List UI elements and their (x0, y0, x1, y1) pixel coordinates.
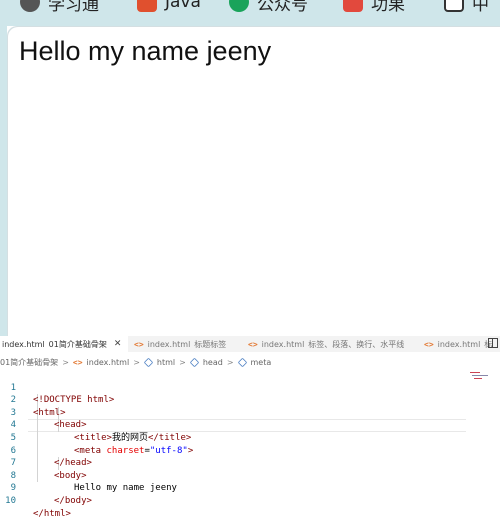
code-line[interactable]: 4 <title>我的网页</title> (0, 407, 500, 443)
minimap[interactable] (470, 372, 488, 380)
translate-icon (444, 0, 464, 12)
code-line[interactable]: 8 Hello my name jeeny (0, 457, 500, 494)
tab-folder: 标题标签 (194, 339, 227, 349)
tab-label: index.html (2, 339, 45, 349)
browser-viewport: Hello my name jeeny (7, 26, 500, 336)
chevron-right-icon: > (179, 357, 186, 367)
code-editor[interactable]: 1 <!DOCTYPE html> 2 <html> 3 <head> 4 <t… (0, 369, 500, 522)
html-file-icon: <> (248, 339, 258, 349)
tab-index-html-more[interactable]: <> index.html 标 (418, 336, 492, 352)
tab-label: index.html (261, 339, 305, 349)
bookmark-label: Java (165, 0, 201, 12)
code-line-current[interactable]: 5 <meta charset="utf-8"> (0, 419, 500, 456)
line-number: 10 (5, 495, 16, 506)
code-line[interactable]: 2 <html> (0, 382, 500, 418)
browser-frame-edge (0, 26, 7, 336)
close-icon[interactable]: ✕ (114, 339, 122, 349)
breadcrumb-head[interactable]: head (203, 358, 223, 367)
tab-index-html-paragraphs[interactable]: <> index.html 标签、段落、换行、水平线 (242, 336, 418, 352)
bookmark-wechat[interactable]: 公众号 (229, 0, 308, 15)
tab-folder: 标签、段落、换行、水平线 (308, 339, 405, 349)
breadcrumb-file[interactable]: index.html (87, 358, 130, 367)
code-line[interactable]: 3 <head> (0, 394, 500, 431)
bookmark-java[interactable]: Java (137, 0, 201, 13)
element-icon (189, 357, 200, 367)
line-code: </html> (33, 508, 71, 519)
puzzle-icon (343, 0, 363, 12)
element-icon (237, 357, 247, 367)
line-code: </body> (54, 495, 92, 506)
tab-label: index.html (437, 339, 481, 349)
html-file-icon: <> (134, 339, 144, 349)
bookmark-translate[interactable]: 中 (444, 0, 489, 15)
html-file-icon: <> (72, 357, 83, 367)
breadcrumb-meta[interactable]: meta (251, 358, 272, 367)
chevron-right-icon: > (62, 357, 69, 367)
code-line[interactable]: 6 </head> (0, 432, 500, 469)
bookmark-label: 功果 (371, 0, 405, 15)
split-editor-icon[interactable] (488, 338, 498, 348)
bookmark-label: 中 (472, 0, 489, 15)
page-body-text: Hello my name jeeny (19, 36, 272, 66)
tab-index-html-basic-skeleton[interactable]: index.html 01简介基础骨架 ✕ (0, 336, 128, 352)
breadcrumb: 01简介基础骨架 > <> index.html > html > head >… (0, 355, 500, 369)
chevron-right-icon: > (133, 357, 140, 367)
bookmark-label: 公众号 (257, 0, 308, 15)
bookmark-puzzle[interactable]: 功果 (343, 0, 405, 15)
bookmark-label: 学习通 (48, 0, 99, 15)
code-line[interactable]: 10 </html> (0, 482, 500, 519)
breadcrumb-html[interactable]: html (157, 358, 175, 367)
tab-folder: 01简介基础骨架 (48, 339, 107, 349)
code-line[interactable]: 1 <!DOCTYPE html> (0, 369, 500, 406)
tab-label: index.html (147, 339, 191, 349)
code-line[interactable]: 9 </body> (0, 470, 500, 506)
wechat-icon (229, 0, 249, 12)
html-file-icon: <> (424, 339, 434, 349)
tab-index-html-headings[interactable]: <> index.html 标题标签 (128, 336, 242, 352)
element-icon (143, 357, 154, 367)
chevron-right-icon: > (226, 357, 234, 367)
java-icon (137, 0, 157, 12)
bookmarks-bar: 学习通 Java 公众号 功果 中 (0, 0, 500, 26)
breadcrumb-folder[interactable]: 01简介基础骨架 (0, 357, 58, 368)
code-line[interactable]: 7 <body> (0, 445, 500, 481)
xuexitong-icon (20, 0, 40, 12)
editor-tab-bar: index.html 01简介基础骨架 ✕ <> index.html 标题标签… (0, 336, 500, 352)
bookmark-xuexitong[interactable]: 学习通 (20, 0, 99, 15)
